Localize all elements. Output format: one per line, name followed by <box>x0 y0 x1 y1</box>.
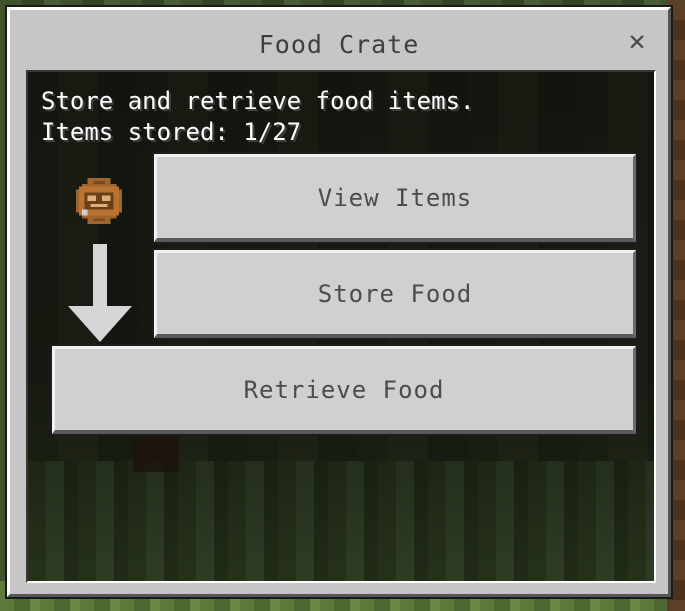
description: Store and retrieve food items. Items sto… <box>41 86 474 148</box>
view-items-button[interactable]: View Items <box>152 152 638 244</box>
ground-backdrop <box>28 461 654 581</box>
close-icon[interactable]: ✕ <box>624 27 650 55</box>
store-food-button[interactable]: Store Food <box>152 248 638 340</box>
dialog-title: Food Crate <box>258 30 420 59</box>
food-crate-dialog: Food Crate ✕ Store and retrieve food ite… <box>7 7 671 597</box>
content-panel: Store and retrieve food items. Items sto… <box>26 70 656 583</box>
food-crate-icon <box>76 178 122 224</box>
description-line: Store and retrieve food items. <box>41 87 475 115</box>
down-arrow-icon <box>68 244 132 342</box>
title-bar: Food Crate ✕ <box>10 10 668 72</box>
items-stored-count: Items stored: 1/27 <box>41 118 302 146</box>
retrieve-food-button[interactable]: Retrieve Food <box>50 344 638 436</box>
